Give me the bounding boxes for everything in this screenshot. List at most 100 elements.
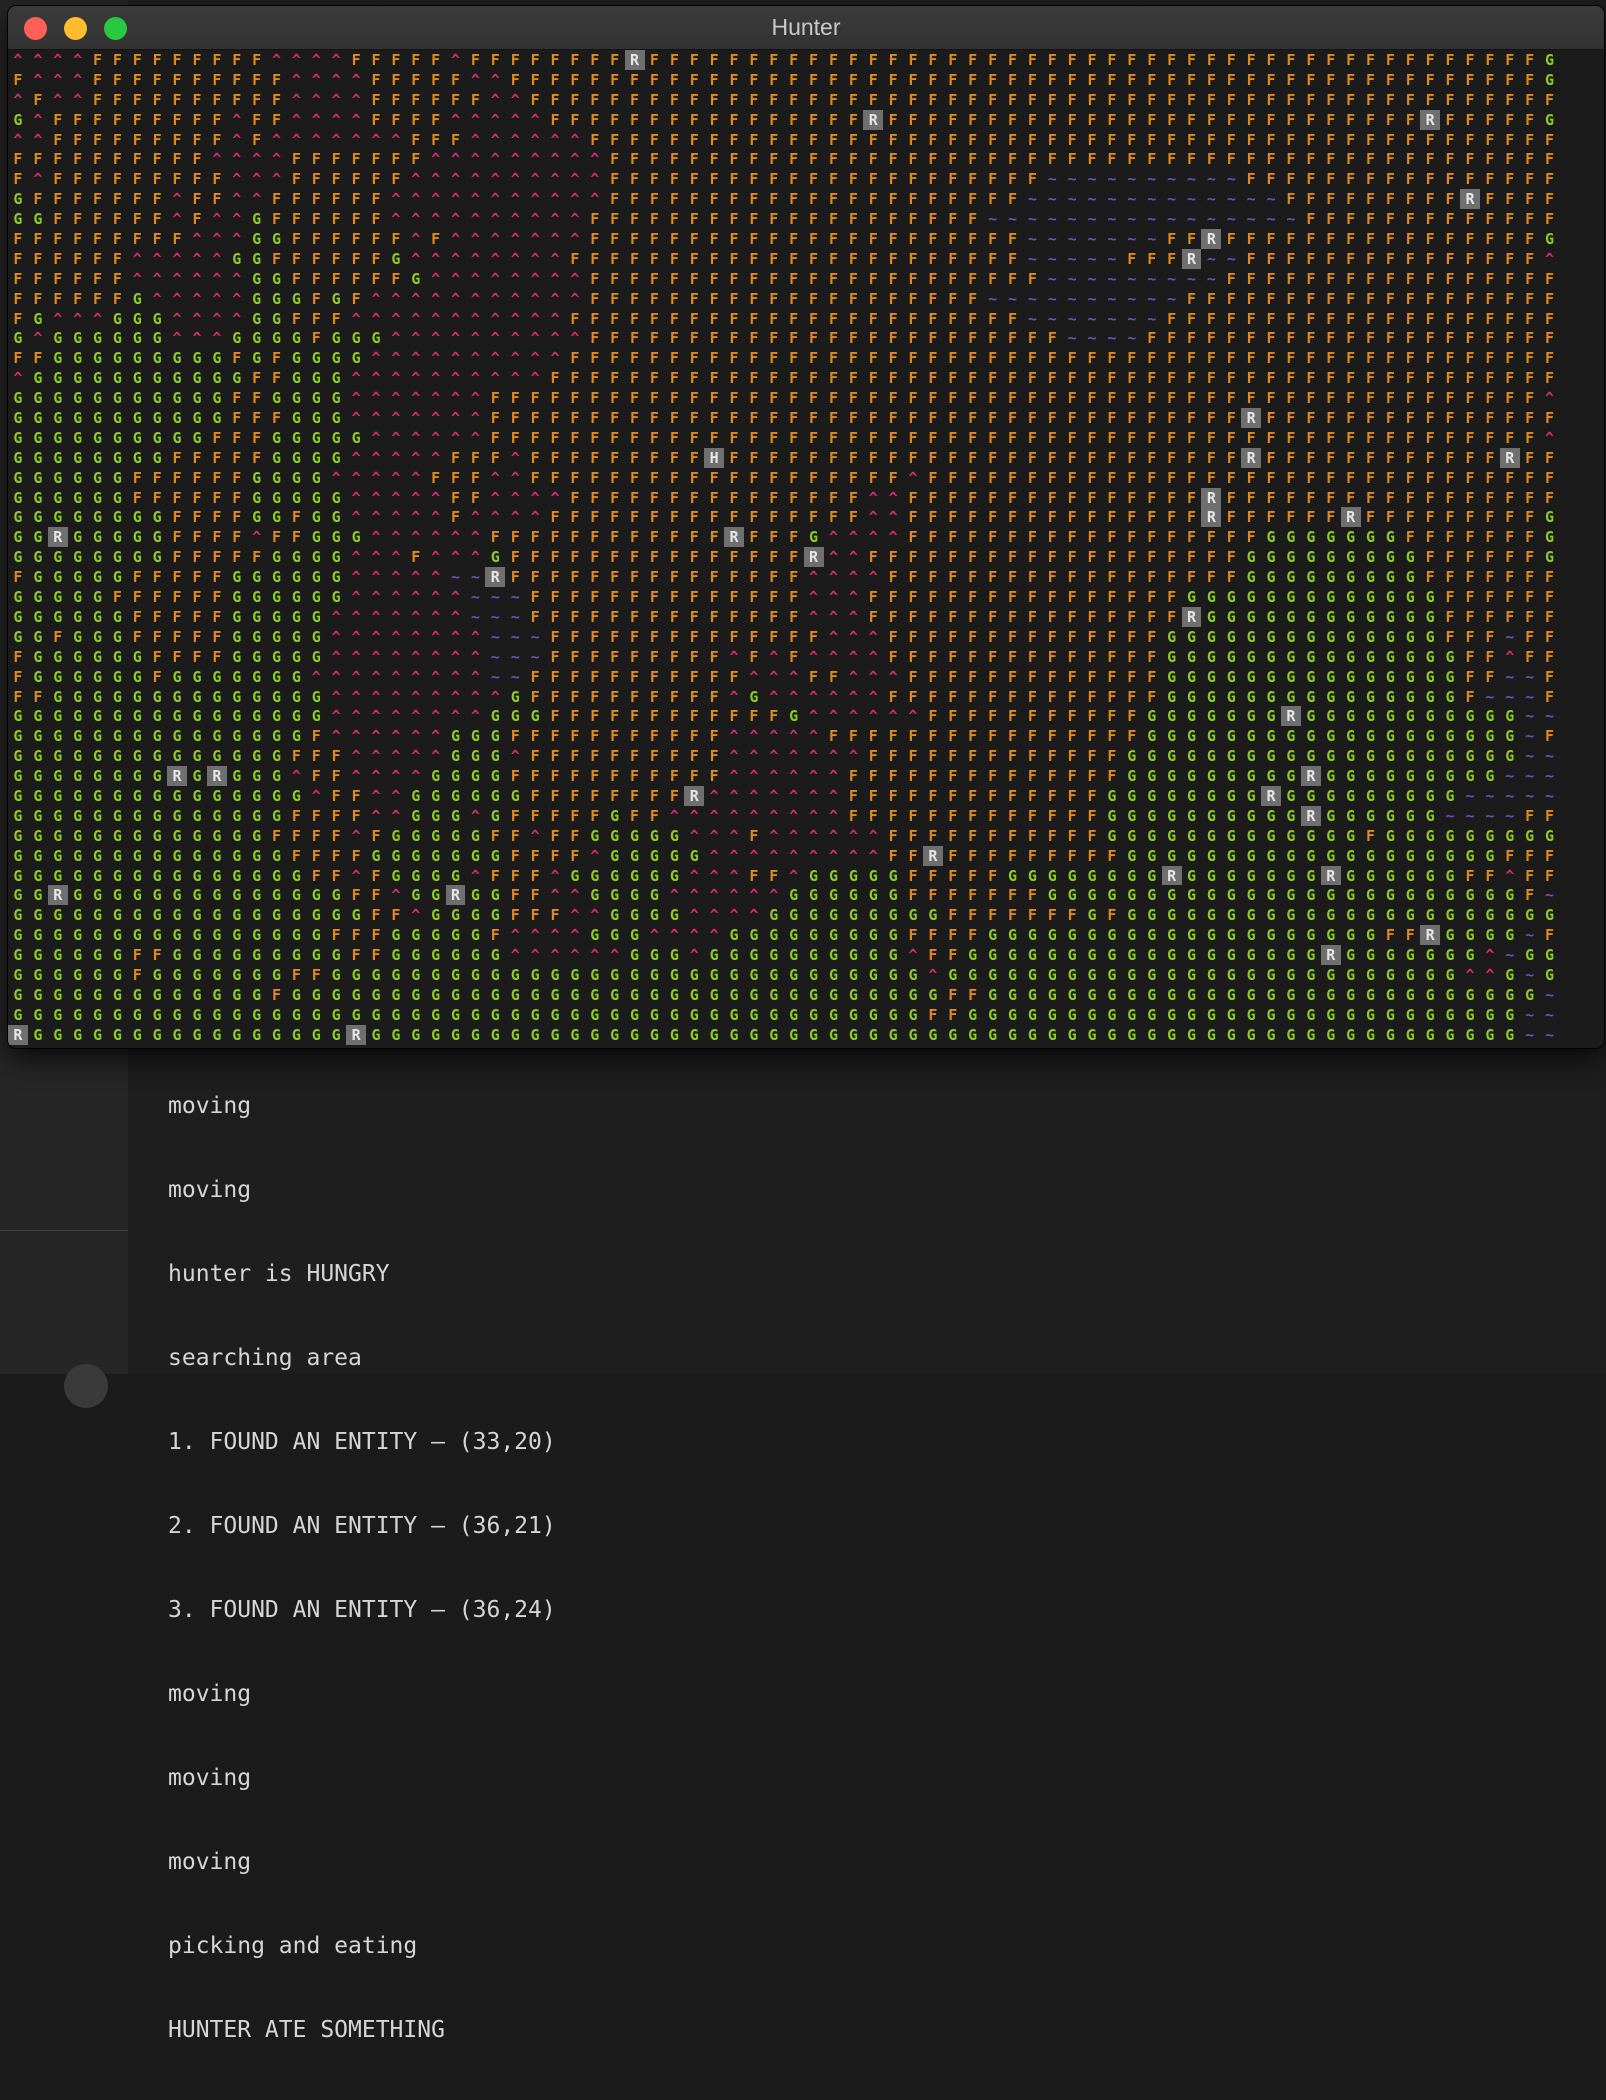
title-bar[interactable]: Hunter — [8, 6, 1604, 50]
forest-tile: F — [729, 170, 739, 189]
mountain-tile: ^ — [351, 448, 361, 467]
forest-tile: F — [1425, 468, 1435, 487]
forest-tile: F — [868, 747, 878, 766]
forest-tile: F — [1405, 488, 1415, 507]
grass-tile: G — [1465, 1025, 1475, 1044]
mountain-tile: ^ — [192, 230, 202, 249]
forest-tile: F — [828, 508, 838, 527]
forest-tile: F — [550, 667, 560, 686]
forest-tile: F — [828, 667, 838, 686]
forest-tile: F — [1286, 170, 1296, 189]
water-tile: ~ — [510, 647, 520, 666]
forest-tile: F — [948, 409, 958, 428]
mountain-tile: ^ — [351, 707, 361, 726]
grass-tile: G — [1365, 528, 1376, 547]
grass-tile: G — [272, 965, 282, 984]
grass-tile: G — [1087, 866, 1097, 885]
grass-tile: G — [1047, 1025, 1057, 1044]
grass-tile: G — [1346, 548, 1356, 567]
grass-tile: G — [252, 687, 262, 706]
forest-tile: F — [1525, 329, 1535, 348]
forest-tile: F — [1525, 886, 1535, 905]
grass-tile: G — [809, 926, 819, 945]
forest-tile: F — [331, 150, 341, 169]
grass-tile: G — [291, 389, 301, 408]
mountain-tile: ^ — [411, 409, 421, 428]
forest-tile: F — [689, 190, 699, 209]
forest-tile: F — [1525, 508, 1535, 527]
forest-tile: F — [630, 667, 640, 686]
mountain-tile: ^ — [331, 130, 341, 149]
forest-tile: F — [988, 70, 998, 89]
forest-tile: F — [1306, 130, 1316, 149]
map-row: F F F F F F F F F F ^ ^ ^ ^ F F F F F F F ^ ^ ^ ^ ^ ^ ^ ^ ^ F F F F F F F F F F… — [8, 149, 1604, 169]
forest-tile: F — [530, 786, 540, 805]
sidebar-avatar[interactable] — [64, 1364, 108, 1408]
forest-tile: F — [570, 528, 580, 547]
grass-tile: G — [630, 985, 640, 1004]
mountain-tile: ^ — [451, 110, 461, 129]
forest-tile: F — [1425, 329, 1435, 348]
grass-tile: G — [192, 826, 202, 845]
grass-tile: G — [630, 886, 640, 905]
grass-tile: G — [311, 926, 321, 945]
mountain-tile: ^ — [431, 190, 441, 209]
forest-tile: F — [1465, 866, 1475, 885]
forest-tile: F — [1186, 448, 1196, 467]
grass-tile: G — [1346, 588, 1356, 607]
water-tile: ~ — [1206, 210, 1216, 229]
forest-tile: F — [1186, 369, 1196, 388]
mountain-tile: ^ — [431, 667, 441, 686]
map-row: G G G G G G F F G G G G G G G G G F F G G G G G G ^ ^ ^ ^ ^ ^ G G G ^ G G G G G… — [8, 945, 1604, 965]
grass-tile: G — [53, 806, 63, 825]
forest-tile: F — [610, 289, 620, 308]
forest-tile: F — [749, 468, 759, 487]
grass-tile: G — [510, 965, 520, 984]
grass-tile: G — [132, 349, 142, 368]
grass-tile: G — [1485, 826, 1495, 845]
forest-tile: F — [1365, 170, 1376, 189]
forest-tile: F — [868, 468, 878, 487]
grass-tile: G — [1246, 588, 1256, 607]
grass-tile: G — [1107, 1005, 1117, 1024]
forest-tile: F — [411, 90, 421, 109]
mountain-tile: ^ — [530, 329, 540, 348]
forest-tile: F — [729, 269, 739, 288]
grass-tile: G — [1525, 906, 1535, 925]
forest-tile: F — [212, 508, 222, 527]
forest-tile: F — [689, 309, 699, 328]
forest-tile: F — [590, 727, 600, 746]
grass-tile: G — [112, 826, 122, 845]
forest-tile: F — [769, 309, 779, 328]
forest-tile: F — [272, 369, 282, 388]
grass-tile: G — [1107, 985, 1117, 1004]
mountain-tile: ^ — [252, 190, 262, 209]
mountain-tile: ^ — [13, 130, 23, 149]
forest-tile: F — [1425, 70, 1435, 89]
grass-tile: G — [272, 289, 282, 308]
grass-tile: G — [888, 866, 898, 885]
forest-tile: F — [630, 786, 640, 805]
map-row: ^ F ^ ^ F F F F F F F F F F ^ ^ ^ ^ F F F F F F ^ ^ F F F F F F F F F F F F F F… — [8, 90, 1604, 110]
forest-tile: F — [729, 428, 739, 447]
forest-tile: F — [1425, 528, 1435, 547]
grass-tile: G — [272, 548, 282, 567]
mountain-tile: ^ — [510, 289, 520, 308]
mountain-tile: ^ — [470, 667, 480, 686]
grass-tile: G — [1246, 965, 1256, 984]
forest-tile: F — [530, 767, 540, 786]
forest-tile: F — [92, 190, 103, 209]
grass-tile: G — [1266, 906, 1276, 925]
grass-tile: G — [291, 409, 301, 428]
forest-tile: F — [928, 727, 938, 746]
grass-tile: G — [252, 1005, 262, 1024]
forest-tile: F — [590, 329, 600, 348]
forest-tile: F — [1306, 289, 1316, 308]
forest-tile: F — [510, 866, 520, 885]
forest-tile: F — [490, 826, 500, 845]
grass-tile: G — [769, 906, 779, 925]
grass-tile: G — [1405, 846, 1415, 865]
forest-tile: F — [1425, 548, 1435, 567]
forest-tile: F — [868, 249, 878, 268]
forest-tile: F — [1047, 607, 1057, 626]
